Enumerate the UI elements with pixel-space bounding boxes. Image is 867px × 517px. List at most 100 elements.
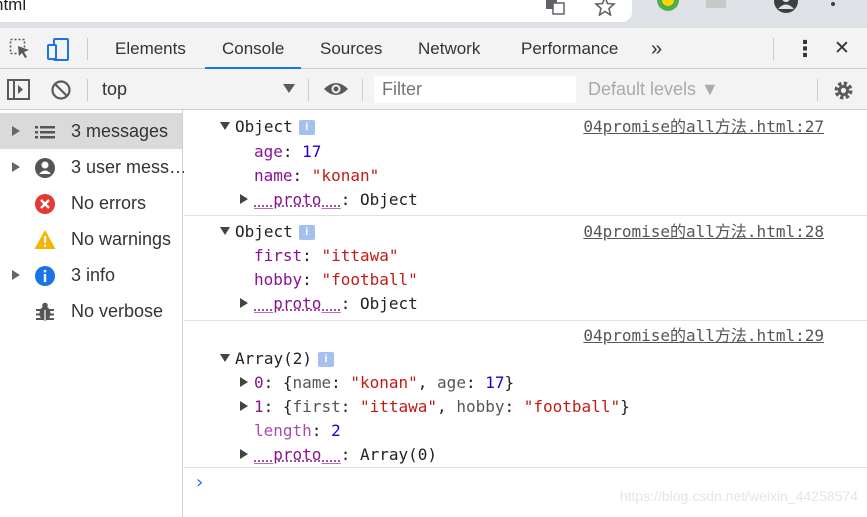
array-index: 1 bbox=[254, 397, 264, 416]
tab-elements[interactable]: Elements bbox=[115, 28, 186, 68]
array-item[interactable]: 0: {name: "konan", age: 17} bbox=[240, 371, 514, 395]
property-key: first bbox=[254, 246, 303, 265]
log-levels-dropdown[interactable]: Default levels ▼ bbox=[588, 79, 719, 100]
console-prompt-icon[interactable]: › bbox=[196, 472, 203, 493]
info-badge-icon[interactable]: i bbox=[298, 120, 315, 135]
watermark: https://blog.csdn.net/weixin_44258574 bbox=[619, 488, 858, 504]
extension-icon-2[interactable] bbox=[704, 0, 728, 12]
sidebar-item-info[interactable]: 3 info bbox=[0, 257, 182, 293]
array-header[interactable]: Array(2) i bbox=[220, 347, 335, 371]
proto-row[interactable]: __proto__: Object bbox=[240, 292, 418, 316]
sidebar-item-verbose[interactable]: No verbose bbox=[0, 293, 182, 329]
sidebar-toggle-icon[interactable] bbox=[7, 79, 31, 101]
collapse-arrow-icon[interactable] bbox=[220, 354, 230, 362]
expand-arrow-icon[interactable] bbox=[12, 162, 20, 172]
proto-key: __proto__ bbox=[254, 294, 341, 313]
property-value: 2 bbox=[331, 421, 341, 440]
more-tabs-button[interactable]: » bbox=[651, 28, 662, 68]
profile-icon[interactable] bbox=[773, 0, 799, 14]
property-value: "ittawa" bbox=[321, 246, 399, 265]
sidebar-item-errors[interactable]: No errors bbox=[0, 185, 182, 221]
sidebar-item-warnings[interactable]: No warnings bbox=[0, 221, 182, 257]
eye-icon[interactable] bbox=[323, 79, 349, 99]
property-value: "football" bbox=[523, 397, 621, 416]
expand-arrow-icon[interactable] bbox=[12, 126, 20, 136]
expand-arrow-icon[interactable] bbox=[12, 270, 20, 280]
browser-menu-icon[interactable] bbox=[828, 0, 838, 14]
object-label: Object bbox=[235, 117, 293, 136]
proto-value: Array(0) bbox=[359, 445, 438, 464]
toolbar-separator bbox=[817, 79, 818, 101]
source-link[interactable]: 04promise的all方法.html:27 bbox=[583, 115, 824, 139]
array-item[interactable]: 1: {first: "ittawa", hobby: "football"} bbox=[240, 395, 630, 419]
browser-tab[interactable]: ntml bbox=[0, 0, 632, 22]
proto-key: __proto__ bbox=[254, 445, 341, 464]
sidebar-item-label: 3 info bbox=[71, 265, 116, 285]
expand-arrow-icon[interactable] bbox=[240, 449, 248, 459]
sidebar-item-label: 3 user mess… bbox=[71, 157, 188, 177]
chevron-down-icon[interactable] bbox=[283, 84, 295, 93]
device-toolbar-icon[interactable] bbox=[46, 38, 72, 62]
expand-arrow-icon[interactable] bbox=[240, 194, 248, 204]
property-key: age bbox=[254, 142, 283, 161]
property-key: first bbox=[292, 397, 341, 416]
property-row: hobby: "football" bbox=[254, 270, 418, 289]
property-row: length: 2 bbox=[254, 421, 341, 440]
browser-chrome: ntml bbox=[0, 0, 867, 28]
toolbar-separator bbox=[308, 79, 309, 101]
console-message: Object i 04promise的all方法.html:28 first: "… bbox=[184, 216, 867, 321]
expand-arrow-icon[interactable] bbox=[240, 298, 248, 308]
array-index: 0 bbox=[254, 373, 264, 392]
property-value: "ittawa" bbox=[359, 397, 438, 416]
console-message: Object i 04promise的all方法.html:27 age: 17 … bbox=[184, 110, 867, 216]
property-value: "football" bbox=[321, 270, 418, 289]
proto-row[interactable]: __proto__: Object bbox=[240, 188, 418, 212]
clear-console-icon[interactable] bbox=[50, 79, 72, 101]
property-value: "konan" bbox=[350, 373, 418, 392]
toolbar-separator bbox=[87, 79, 88, 101]
tab-sources[interactable]: Sources bbox=[320, 28, 382, 68]
toolbar-separator bbox=[773, 38, 774, 60]
property-key: hobby bbox=[254, 270, 303, 289]
property-key: age bbox=[437, 373, 466, 392]
collapse-arrow-icon[interactable] bbox=[220, 122, 230, 130]
sidebar-item-label: No warnings bbox=[71, 229, 172, 249]
object-header[interactable]: Object i bbox=[220, 115, 315, 139]
extension-icon[interactable] bbox=[656, 0, 680, 12]
inspect-element-icon[interactable] bbox=[9, 38, 31, 60]
console-sidebar: 3 messages 3 user mess… No errors No war… bbox=[0, 110, 187, 517]
context-selector[interactable]: top bbox=[102, 79, 127, 100]
sidebar-item-messages[interactable]: 3 messages bbox=[0, 113, 182, 149]
property-key: length bbox=[254, 421, 312, 440]
sidebar-item-label: No errors bbox=[71, 193, 147, 213]
collapse-arrow-icon[interactable] bbox=[220, 227, 230, 235]
gear-icon[interactable] bbox=[832, 79, 855, 102]
source-link[interactable]: 04promise的all方法.html:29 bbox=[583, 324, 824, 348]
property-value: 17 bbox=[485, 373, 505, 392]
property-key: name bbox=[292, 373, 332, 392]
tab-performance[interactable]: Performance bbox=[521, 28, 618, 68]
proto-key: __proto__ bbox=[254, 190, 341, 209]
proto-row[interactable]: __proto__: Array(0) bbox=[240, 443, 437, 467]
expand-arrow-icon[interactable] bbox=[240, 377, 248, 387]
close-devtools-icon[interactable]: ✕ bbox=[834, 28, 850, 68]
translate-icon[interactable] bbox=[544, 0, 568, 16]
info-badge-icon[interactable]: i bbox=[298, 225, 315, 240]
tab-console[interactable]: Console bbox=[204, 28, 302, 69]
tab-network[interactable]: Network bbox=[418, 28, 480, 68]
console-toolbar: top Default levels ▼ bbox=[0, 69, 867, 110]
star-icon[interactable] bbox=[594, 0, 616, 16]
source-link[interactable]: 04promise的all方法.html:28 bbox=[583, 220, 824, 244]
expand-arrow-icon[interactable] bbox=[240, 401, 248, 411]
property-key: hobby bbox=[456, 397, 505, 416]
toolbar-separator bbox=[87, 38, 88, 60]
info-badge-icon[interactable]: i bbox=[318, 352, 335, 367]
property-row: name: "konan" bbox=[254, 166, 380, 185]
devtools-menu-icon[interactable]: ⋮ bbox=[794, 28, 816, 68]
sidebar-item-user-messages[interactable]: 3 user mess… bbox=[0, 149, 187, 185]
object-header[interactable]: Object i bbox=[220, 220, 315, 244]
property-key: name bbox=[254, 166, 293, 185]
filter-input[interactable] bbox=[374, 76, 576, 103]
list-icon bbox=[35, 126, 55, 139]
error-icon bbox=[35, 194, 55, 214]
